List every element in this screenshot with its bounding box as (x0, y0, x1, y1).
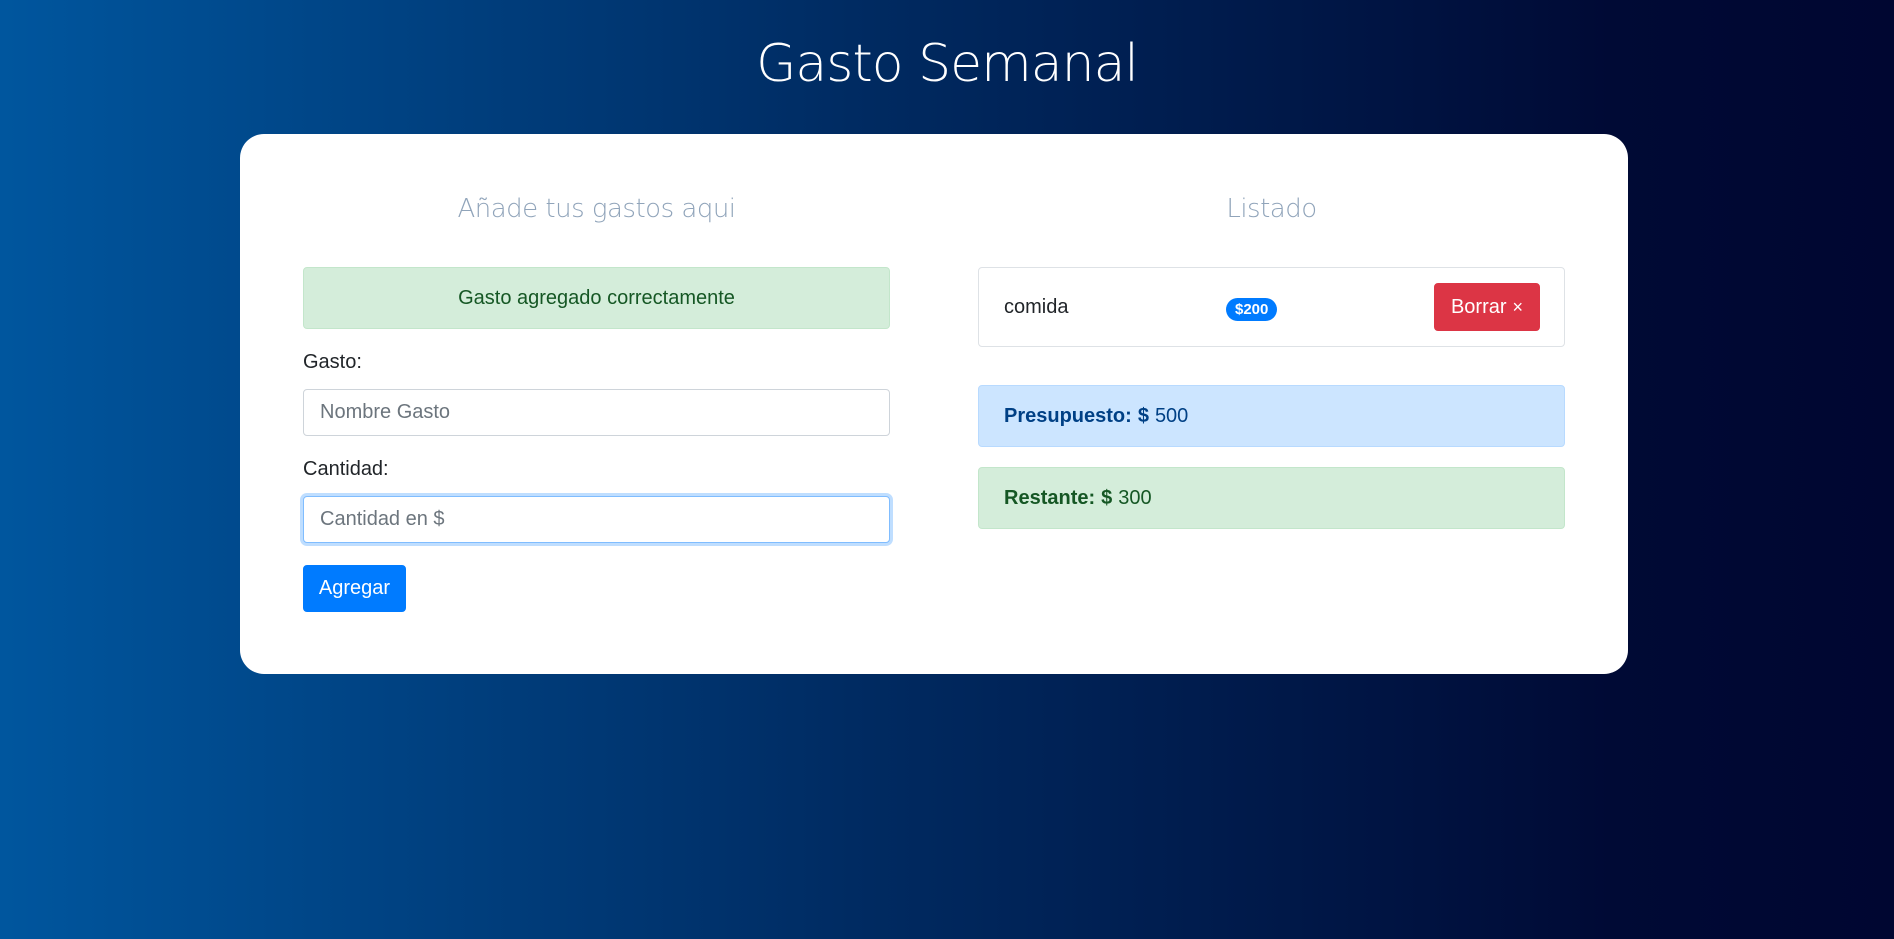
form-title: Añade tus gastos aqui (457, 194, 736, 224)
cantidad-input[interactable] (303, 496, 890, 543)
main-card: Añade tus gastos aqui Gasto agregado cor… (240, 134, 1628, 674)
list-item: comida $200 Borrar × (978, 267, 1565, 347)
presupuesto-box: Presupuesto: $ 500 (978, 385, 1565, 447)
listado-title: Listado (1226, 194, 1317, 224)
gasto-label: Gasto: (303, 351, 362, 373)
presupuesto-value: 500 (1154, 404, 1189, 427)
restante-box: Restante: $ 300 (978, 467, 1565, 529)
restante-value: 300 (1118, 486, 1152, 509)
amount-badge: $200 (1226, 298, 1278, 321)
restante-label: Restante: (1004, 486, 1096, 509)
success-message: Gasto agregado correctamente (458, 286, 735, 309)
borrar-label: Borrar (1450, 295, 1507, 318)
close-icon: × (1512, 296, 1524, 317)
restante-currency: $ (1101, 486, 1113, 509)
agregar-button[interactable]: Agregar (303, 565, 406, 612)
gasto-input[interactable] (303, 389, 890, 436)
page-title: Gasto Semanal (756, 34, 1139, 94)
presupuesto-currency: $ (1137, 404, 1149, 427)
presupuesto-label: Presupuesto: (1004, 404, 1132, 427)
borrar-button[interactable]: Borrar × (1434, 283, 1540, 331)
cantidad-label: Cantidad: (303, 458, 389, 480)
item-name: comida (1004, 296, 1069, 318)
success-alert: Gasto agregado correctamente (303, 267, 890, 329)
